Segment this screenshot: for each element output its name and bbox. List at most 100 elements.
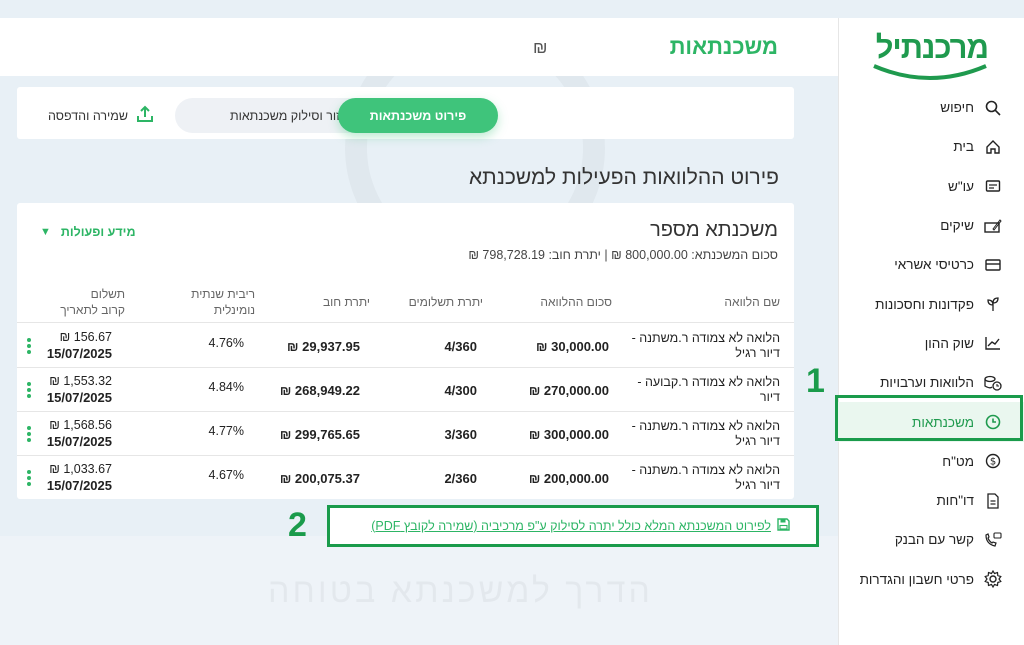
gear-icon [984,570,1002,589]
col-header-rate: ריבית שנתית נומינלית [191,286,255,318]
row-divider [17,455,794,456]
sidebar-item-home[interactable]: בית [838,127,1024,166]
row-menu-icon[interactable] [27,338,31,354]
annotation-marker-1: 1 [806,362,825,400]
dollar-icon: $ [984,452,1002,470]
loan-amount: 270,000.00 ₪ [528,383,609,398]
sidebar-item-deposits[interactable]: פקדונות וחסכונות [838,284,1024,323]
chart-icon [984,334,1002,352]
credit-card-icon [984,256,1002,274]
row-divider [17,411,794,412]
next-payment-amount: 1,553.32 ₪ [49,374,112,388]
col-header-remaining-payments: יתרת תשלומים [408,295,483,309]
sidebar-item-label: עו"ש [947,178,974,194]
loan-name: הלואה לא צמודה ר.משתנה - דיור רגיל [631,419,780,448]
row-menu-icon[interactable] [27,426,31,442]
sidebar-item-account[interactable]: עו"ש [838,167,1024,206]
loan-amount: 30,000.00 ₪ [536,339,609,354]
tab-refinance[interactable]: מיחזור וסילוק משכנתאות [175,98,360,133]
col-header-amount: סכום ההלוואה [540,295,612,309]
pdf-link-label: לפירוט המשכנתא המלא כולל יתרה לסילוק ע"פ… [371,519,771,533]
col-header-next-line2: קרוב לתאריך [60,303,125,317]
shekel-icon[interactable]: ₪ [533,38,547,58]
loan-rate: 4.76% [208,336,244,350]
phone-chat-icon [984,531,1002,549]
loan-balance: 268,949.22 ₪ [279,383,360,398]
sidebar-item-label: חיפוש [940,100,974,116]
annotation-marker-2: 2 [288,506,307,544]
loan-balance: 200,075.37 ₪ [279,471,360,486]
watermark-text: הדרך למשכנתא בטוחה [268,572,653,611]
search-icon [984,99,1002,117]
plant-icon [984,295,1002,313]
sidebar-item-label: הלוואות וערבויות [880,375,974,391]
table-header-divider [17,322,794,323]
loan-balance: 29,937.95 ₪ [287,339,360,354]
mortgage-title: משכנתא מספר [650,219,778,241]
sidebar-item-label: כרטיסי אשראי [894,257,974,273]
info-actions-label: מידע ופעולות [60,225,136,239]
sidebar-nav: חיפוש בית עו"ש שיקים כרטיסי אשראי פקדונו… [838,88,1024,599]
sidebar-item-label: דו"חות [936,493,974,509]
sidebar-item-label: שוק ההון [924,335,974,351]
sidebar-item-label: פקדונות וחסכונות [875,296,974,312]
row-divider [17,367,794,368]
next-payment-date: 15/07/2025 [46,434,112,449]
sidebar-item-label: שיקים [940,218,974,234]
sidebar-item-capital-market[interactable]: שוק ההון [838,324,1024,363]
loan-rate: 4.84% [208,380,244,394]
annotation-outline-pdf-link: לפירוט המשכנתא המלא כולל יתרה לסילוק ע"פ… [327,505,819,547]
tab-mortgage-details[interactable]: פירוט משכנתאות [338,98,498,133]
loan-payments: 4/360 [444,339,477,354]
loan-amount: 300,000.00 ₪ [528,427,609,442]
row-menu-icon[interactable] [27,470,31,486]
logo-swoosh-icon [873,64,987,80]
loan-name: הלואה לא צמודה ר.משתנה - דיור רגיל [631,463,780,492]
info-actions-dropdown[interactable]: ▼ מידע ופעולות [40,225,136,239]
col-header-balance: יתרת חוב [322,295,370,309]
logo[interactable]: מרכנתיל [872,30,989,82]
next-payment-date: 15/07/2025 [46,478,112,493]
next-payment-amount: 1,568.56 ₪ [49,418,112,432]
account-icon [984,177,1002,195]
loan-payments: 4/300 [444,383,477,398]
loan-rate: 4.67% [208,468,244,482]
col-header-rate-line2: נומינלית [213,303,255,317]
sidebar-item-settings[interactable]: פרטי חשבון והגדרות [838,560,1024,599]
col-header-next-line1: תשלום [90,287,125,301]
next-payment-amount: 156.67 ₪ [59,330,112,344]
app-root: משכנתאות ₪ מרכנתיל חיפוש בית עו"ש שיקים … [0,0,1024,645]
sidebar-item-forex[interactable]: מט"ח $ [838,442,1024,481]
next-payment-date: 15/07/2025 [46,390,112,405]
save-disk-icon [777,518,790,534]
report-icon [984,492,1002,510]
sidebar-item-label: פרטי חשבון והגדרות [859,571,974,587]
caret-down-icon: ▼ [40,226,51,238]
col-header-next-payment: תשלום קרוב לתאריך [60,286,125,318]
save-print-label: שמירה והדפסה [48,108,129,123]
coins-clock-icon [984,374,1002,392]
home-icon [984,138,1002,156]
cheque-icon [984,217,1002,235]
logo-text: מרכנתיל [875,30,989,65]
sidebar-item-contact[interactable]: קשר עם הבנק [838,520,1024,559]
sidebar-item-credit-cards[interactable]: כרטיסי אשראי [838,245,1024,284]
next-payment-date: 15/07/2025 [46,346,112,361]
pdf-download-link[interactable]: לפירוט המשכנתא המלא כולל יתרה לסילוק ע"פ… [371,518,790,534]
loan-name: הלואה לא צמודה ר.משתנה - דיור רגיל [631,331,780,360]
mortgage-summary: סכום המשכנתא: 800,000.00 ₪ | יתרת חוב: 7… [468,248,778,262]
sidebar-item-cheques[interactable]: שיקים [838,206,1024,245]
section-title: פירוט ההלוואות הפעילות למשכנתא [469,166,779,189]
row-menu-icon[interactable] [27,382,31,398]
col-header-rate-line1: ריבית שנתית [191,287,255,301]
sidebar-item-search[interactable]: חיפוש [838,88,1024,127]
sidebar-item-label: קשר עם הבנק [894,532,974,548]
sidebar-item-reports[interactable]: דו"חות [838,481,1024,520]
annotation-outline-mortgages [835,395,1023,441]
sidebar-item-label: בית [953,139,974,155]
svg-text:$: $ [990,457,996,468]
loan-amount: 200,000.00 ₪ [528,471,609,486]
upload-icon [136,105,154,126]
sidebar-item-label: מט"ח [942,453,974,469]
save-print-button[interactable]: שמירה והדפסה [48,105,154,126]
